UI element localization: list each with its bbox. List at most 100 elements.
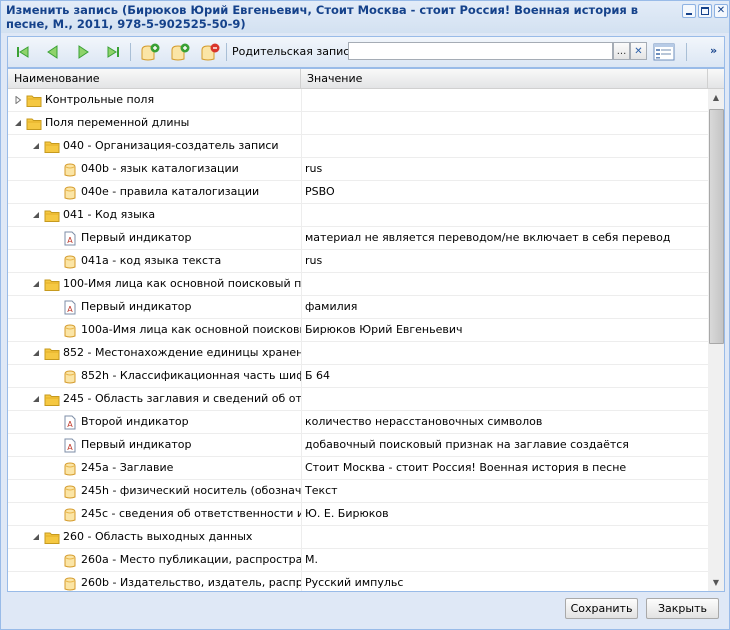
indicator-icon: A (62, 415, 78, 430)
folder-icon (44, 392, 60, 407)
value-cell[interactable] (305, 112, 705, 134)
tree-row[interactable]: 245 - Область заглавия и сведений об отв… (8, 388, 708, 411)
scroll-down-arrow[interactable]: ▼ (708, 574, 724, 591)
collapse-arrow-icon[interactable] (14, 119, 22, 127)
vertical-scrollbar[interactable]: ▲ ▼ (708, 89, 724, 591)
tree-row[interactable]: A Первый индикатор добавочный поисковый пр… (8, 434, 708, 457)
node-label: Первый индикатор (81, 231, 192, 244)
value-cell[interactable]: добавочный поисковый признак на заглавие… (305, 434, 705, 456)
first-page-button[interactable] (12, 41, 34, 63)
tree-row[interactable]: Контрольные поля (8, 89, 708, 112)
close-icon: ✕ (716, 5, 726, 16)
toolbar-separator (686, 43, 687, 61)
collapse-arrow-icon[interactable] (32, 280, 40, 288)
field-icon (62, 323, 78, 338)
delete-record-button[interactable] (199, 41, 221, 63)
parent-record-clear-button[interactable]: ✕ (630, 42, 647, 60)
name-cell: 245h - физический носитель (обозначение (8, 480, 302, 502)
tree-row[interactable]: 040e - правила каталогизации PSBO (8, 181, 708, 204)
tree-row[interactable]: 245a - Заглавие Стоит Москва - стоит Росс… (8, 457, 708, 480)
collapse-arrow-icon[interactable] (32, 395, 40, 403)
grid-body: Контрольные поля Поля переменной длины 040… (8, 89, 708, 591)
value-cell[interactable] (305, 89, 705, 111)
node-label: Первый индикатор (81, 300, 192, 313)
value-cell[interactable]: rus (305, 158, 705, 180)
folder-icon (26, 93, 42, 108)
value-cell[interactable]: количество нерасстановочных символов (305, 411, 705, 433)
save-button[interactable]: Сохранить (565, 598, 638, 619)
value-cell[interactable]: фамилия (305, 296, 705, 318)
close-button[interactable]: Закрыть (646, 598, 719, 619)
value-cell[interactable]: Бирюков Юрий Евгеньевич (305, 319, 705, 341)
maximize-button[interactable] (698, 4, 712, 18)
name-cell: A Первый индикатор (8, 296, 302, 318)
svg-text:A: A (67, 420, 73, 429)
indicator-icon: A (62, 231, 78, 246)
name-cell: 245c - сведения об ответственности и т.д… (8, 503, 302, 525)
tree-row[interactable]: 100-Имя лица как основной поисковый приз… (8, 273, 708, 296)
close-window-button[interactable]: ✕ (714, 4, 728, 18)
value-cell[interactable]: Ю. Е. Бирюков (305, 503, 705, 525)
collapse-arrow-icon[interactable] (32, 349, 40, 357)
prev-page-icon (47, 45, 58, 59)
name-cell: Поля переменной длины (8, 112, 302, 134)
tree-row[interactable]: A Второй индикатор количество нерасстаново… (8, 411, 708, 434)
collapse-arrow-icon[interactable] (32, 533, 40, 541)
tree-row[interactable]: 041a - код языка текста rus (8, 250, 708, 273)
tree-row[interactable]: A Первый индикатор фамилия (8, 296, 708, 319)
tree-row[interactable]: 245c - сведения об ответственности и т.д… (8, 503, 708, 526)
tree-row[interactable]: 040b - язык каталогизации rus (8, 158, 708, 181)
parent-record-browse-button[interactable]: ... (613, 42, 630, 60)
field-icon (62, 185, 78, 200)
tree-row[interactable]: 260a - Место публикации, распространения… (8, 549, 708, 572)
collapse-arrow-icon[interactable] (32, 211, 40, 219)
tree-row[interactable]: 852h - Классификационная часть шифра х Б … (8, 365, 708, 388)
value-cell[interactable] (305, 388, 705, 410)
column-header-value[interactable]: Значение (301, 69, 708, 88)
minimize-button[interactable] (682, 4, 696, 18)
field-icon (62, 162, 78, 177)
record-card-button[interactable] (653, 41, 675, 63)
tree-row[interactable]: A Первый индикатор материал не является пе… (8, 227, 708, 250)
tree-row[interactable]: 260 - Область выходных данных (8, 526, 708, 549)
expand-arrow-icon[interactable] (14, 96, 22, 104)
value-cell[interactable]: Б 64 (305, 365, 705, 387)
prev-page-button[interactable] (42, 41, 64, 63)
name-cell: 041a - код языка текста (8, 250, 302, 272)
value-cell[interactable]: Текст (305, 480, 705, 502)
value-cell[interactable] (305, 273, 705, 295)
value-cell[interactable] (305, 135, 705, 157)
value-cell[interactable]: PSBO (305, 181, 705, 203)
tree-row[interactable]: 260b - Издательство, издатель, распростр… (8, 572, 708, 591)
value-cell[interactable]: Русский импульс (305, 572, 705, 591)
value-cell[interactable]: Стоит Москва - стоит Россия! Военная ист… (305, 457, 705, 479)
value-cell[interactable] (305, 342, 705, 364)
next-page-button[interactable] (72, 41, 94, 63)
svg-text:A: A (67, 443, 73, 452)
value-cell[interactable]: материал не является переводом/не включа… (305, 227, 705, 249)
node-label: Первый индикатор (81, 438, 192, 451)
value-cell[interactable]: rus (305, 250, 705, 272)
add-child-record-button[interactable] (169, 41, 191, 63)
value-cell[interactable] (305, 204, 705, 226)
toolbar-overflow-button[interactable]: » (710, 44, 717, 57)
tree-row[interactable]: 040 - Организация-создатель записи (8, 135, 708, 158)
column-header-name[interactable]: Наименование (8, 69, 301, 88)
indicator-icon: A (62, 438, 78, 453)
scroll-up-arrow[interactable]: ▲ (708, 89, 724, 106)
scrollbar-thumb[interactable] (709, 109, 724, 344)
record-card-icon (653, 43, 675, 61)
value-cell[interactable] (305, 526, 705, 548)
window-title: Изменить запись (Бирюков Юрий Евгеньевич… (6, 3, 639, 31)
value-cell[interactable]: М. (305, 549, 705, 571)
last-page-button[interactable] (102, 41, 124, 63)
parent-record-input[interactable] (348, 42, 613, 60)
tree-row[interactable]: 041 - Код языка (8, 204, 708, 227)
node-label: 041a - код языка текста (81, 254, 222, 267)
add-record-button[interactable] (139, 41, 161, 63)
tree-row[interactable]: 852 - Местонахождение единицы хранения (8, 342, 708, 365)
collapse-arrow-icon[interactable] (32, 142, 40, 150)
tree-row[interactable]: Поля переменной длины (8, 112, 708, 135)
tree-row[interactable]: 245h - физический носитель (обозначениеТ… (8, 480, 708, 503)
tree-row[interactable]: 100a-Имя лица как основной поисковый пр Б… (8, 319, 708, 342)
